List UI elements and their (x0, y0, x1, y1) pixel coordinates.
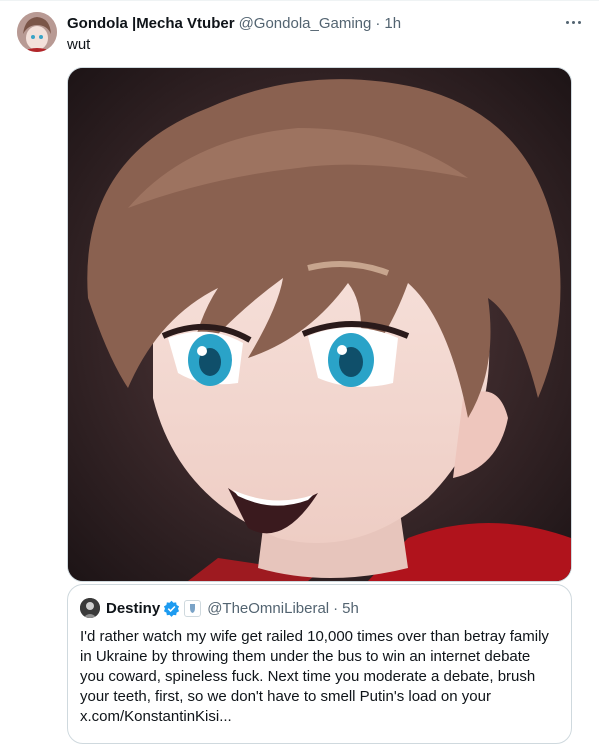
tweet-header: Gondola |Mecha Vtuber @Gondola_Gaming · … (67, 13, 401, 33)
quoted-separator-dot: · (333, 599, 339, 617)
tweet[interactable]: Gondola |Mecha Vtuber @Gondola_Gaming · … (0, 0, 599, 745)
quoted-text-link[interactable]: x.com/KonstantinKisi... (80, 707, 566, 727)
quoted-avatar-image (80, 598, 100, 618)
tweet-text: wut (67, 36, 91, 53)
quoted-author-handle[interactable]: @TheOmniLiberal (207, 600, 329, 617)
tweet-image[interactable] (67, 67, 572, 582)
quoted-text-line: your teeth, first, so we don't have to s… (80, 688, 491, 705)
affiliation-badge-icon[interactable] (184, 599, 202, 617)
quoted-text-line: I'd rather watch my wife get railed 10,0… (80, 628, 549, 645)
quoted-tweet-header: Destiny @TheOmniLiberal · 5h (80, 598, 359, 618)
quoted-text-line: you coward, spineless fuck. Next time yo… (80, 668, 536, 685)
quoted-text-line: in Ukraine by throwing them under the bu… (80, 648, 531, 665)
divider (0, 0, 599, 1)
author-handle[interactable]: @Gondola_Gaming (239, 15, 372, 32)
quoted-avatar[interactable] (80, 598, 100, 618)
avatar-image (17, 12, 57, 52)
quoted-tweet-text: I'd rather watch my wife get railed 10,0… (80, 627, 566, 727)
quoted-tweet[interactable]: Destiny @TheOmniLiberal · 5h I'd rather … (67, 584, 572, 744)
more-options-button[interactable] (561, 12, 585, 32)
avatar[interactable] (17, 12, 57, 52)
quoted-timestamp[interactable]: 5h (342, 600, 359, 617)
more-horizontal-icon (564, 20, 582, 24)
timestamp[interactable]: 1h (384, 15, 401, 32)
separator-dot: · (375, 14, 381, 32)
verified-badge-icon (164, 600, 180, 617)
quoted-author-name[interactable]: Destiny (106, 600, 160, 617)
anime-character-image (68, 68, 571, 581)
author-name[interactable]: Gondola |Mecha Vtuber (67, 15, 235, 32)
